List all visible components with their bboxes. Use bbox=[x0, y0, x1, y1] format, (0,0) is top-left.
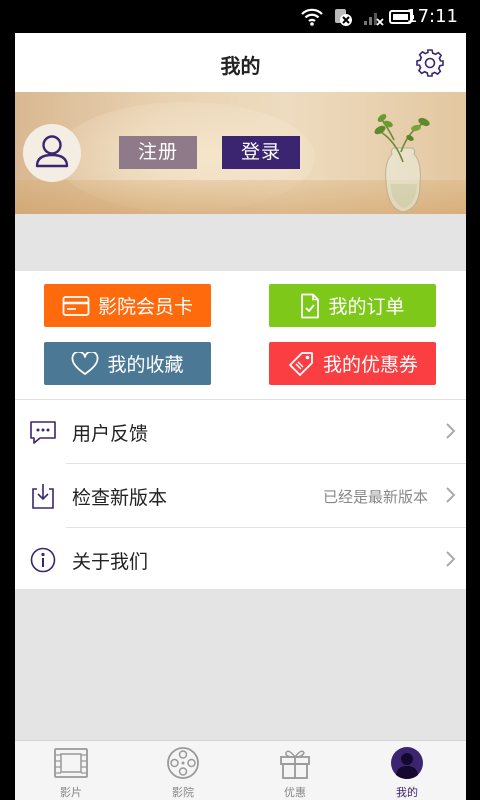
register-button[interactable]: 注册 bbox=[119, 136, 197, 169]
my-orders-button[interactable]: 我的订单 bbox=[269, 284, 436, 327]
title-bar: 我的 bbox=[15, 33, 466, 92]
chevron-right-icon bbox=[446, 487, 456, 503]
tab-cinemas[interactable]: 影院 bbox=[127, 741, 239, 800]
bottom-tab-bar: 影片 影院 优惠 我的 bbox=[15, 740, 466, 800]
menu-item-feedback[interactable]: 用户反馈 bbox=[15, 400, 466, 463]
chevron-right-icon bbox=[446, 423, 456, 439]
login-button[interactable]: 登录 bbox=[222, 136, 300, 169]
plant-vase-illustration bbox=[374, 114, 430, 213]
app-screen: 我的 注册 登录 影院会员卡 我的订单 我的收藏 我的优惠券 用户反馈 检查新版… bbox=[15, 33, 466, 800]
my-favorites-button[interactable]: 我的收藏 bbox=[44, 342, 211, 385]
film-icon bbox=[54, 748, 88, 778]
member-card-button[interactable]: 影院会员卡 bbox=[44, 284, 211, 327]
menu-item-check-update[interactable]: 检查新版本 已经是最新版本 bbox=[15, 464, 466, 527]
quick-action-label: 我的订单 bbox=[328, 296, 405, 318]
wifi-icon bbox=[301, 8, 323, 26]
status-time: 17:11 bbox=[406, 6, 458, 27]
quick-actions: 影院会员卡 我的订单 我的收藏 我的优惠券 bbox=[15, 271, 466, 399]
signal-icon bbox=[364, 13, 384, 26]
avatar[interactable] bbox=[23, 124, 81, 182]
quick-action-label: 我的优惠券 bbox=[322, 354, 418, 376]
tab-films[interactable]: 影片 bbox=[15, 741, 127, 800]
status-bar: 17:11 bbox=[0, 0, 480, 33]
profile-banner: 注册 登录 bbox=[15, 92, 466, 214]
banner-spacer bbox=[15, 214, 466, 271]
tag-icon bbox=[289, 351, 313, 376]
chevron-right-icon bbox=[446, 551, 456, 567]
tab-label: 我的 bbox=[396, 786, 418, 799]
tab-label: 优惠 bbox=[284, 786, 306, 799]
user-outline-icon bbox=[35, 135, 69, 168]
download-icon bbox=[32, 484, 54, 509]
gear-icon[interactable] bbox=[416, 49, 444, 77]
quick-action-label: 我的收藏 bbox=[107, 354, 184, 376]
user-icon bbox=[391, 747, 423, 779]
menu-item-about[interactable]: 关于我们 bbox=[15, 528, 466, 591]
chat-icon bbox=[30, 421, 56, 444]
menu-label: 用户反馈 bbox=[72, 423, 149, 445]
document-icon bbox=[301, 293, 320, 318]
gift-icon bbox=[280, 750, 310, 779]
card-icon bbox=[62, 295, 90, 316]
tab-mine[interactable]: 我的 bbox=[351, 741, 463, 800]
reel-icon bbox=[167, 747, 199, 779]
page-title: 我的 bbox=[220, 54, 261, 78]
tab-label: 影片 bbox=[60, 786, 82, 799]
quick-action-label: 影院会员卡 bbox=[97, 296, 193, 318]
settings-menu: 用户反馈 检查新版本 已经是最新版本 关于我们 bbox=[15, 399, 466, 589]
menu-label: 关于我们 bbox=[72, 551, 149, 573]
sim-blocked-icon bbox=[335, 9, 352, 26]
menu-label: 检查新版本 bbox=[72, 487, 168, 509]
my-coupons-button[interactable]: 我的优惠券 bbox=[269, 342, 436, 385]
tab-label: 影院 bbox=[172, 786, 194, 799]
info-icon bbox=[30, 547, 56, 573]
version-status: 已经是最新版本 bbox=[322, 488, 428, 506]
heart-icon bbox=[72, 351, 99, 375]
tab-offers[interactable]: 优惠 bbox=[239, 741, 351, 800]
